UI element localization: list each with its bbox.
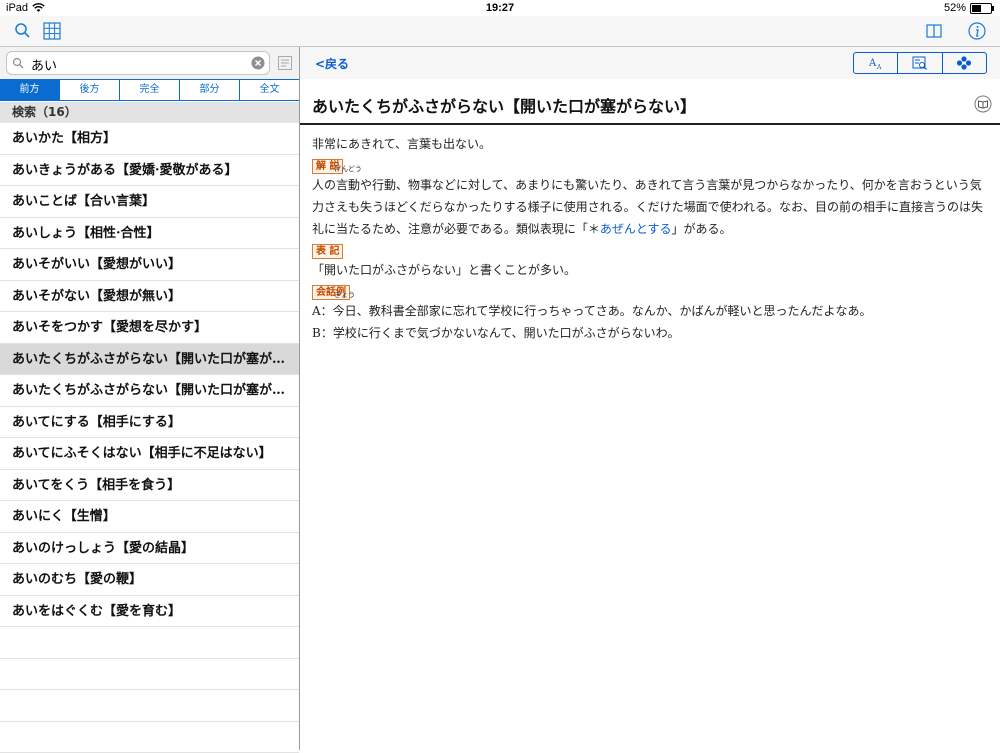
tab-suffix[interactable]: 後方 [60,80,120,100]
cross-reference-link[interactable]: あぜんとする [600,222,672,236]
results-list: あいかた【相方】 あいきょうがある【愛嬌·愛敬がある】 あいことば【合い言葉】 … [0,123,299,753]
svg-text:A: A [868,58,877,69]
entry-pane: <戻る A A [300,47,1000,750]
ruby-reading: きょう [334,291,355,299]
entry-toolbar: <戻る A A [300,47,1000,79]
status-time: 19:27 [0,2,1000,14]
search-icon[interactable] [12,20,34,42]
history-list-icon[interactable] [277,55,293,71]
related-button[interactable] [943,53,986,73]
top-toolbar [0,16,1000,47]
grid-icon[interactable] [41,20,63,42]
ruby-word: 今日きょう [333,300,357,322]
list-item[interactable]: あいてにする【相手にする】 [0,407,299,439]
list-item[interactable]: あいたくちがふさがらない【開いた口が塞が… [0,375,299,407]
book-icon[interactable] [974,95,992,113]
list-item[interactable]: あいのけっしょう【愛の結晶】 [0,533,299,565]
list-item[interactable]: あいたくちがふさがらない【開いた口が塞が… [0,344,299,376]
list-item[interactable]: あいのむち【愛の鞭】 [0,564,299,596]
book-open-icon[interactable] [923,20,945,42]
list-item[interactable]: あいそがいい【愛想がいい】 [0,249,299,281]
list-item[interactable]: あいしょう【相性·合性】 [0,218,299,250]
entry-title-row: あいたくちがふさがらない【開いた口が塞がらない】 [300,79,1000,125]
ruby-base: 今日 [333,304,357,318]
list-item[interactable]: あいかた【相方】 [0,123,299,155]
explanation-end: 」がある。 [672,222,732,236]
search-input[interactable] [29,54,243,74]
results-pane: 前方 後方 完全 部分 全文 検索（16） あいかた【相方】 あいきょうがある【… [0,47,300,750]
empty-row [0,722,299,753]
explanation-pre: 人の [312,178,336,192]
ruby-base: 言動 [336,178,360,192]
tab-partial[interactable]: 部分 [180,80,240,100]
entry-title: あいたくちがふさがらない【開いた口が塞がらない】 [312,93,696,117]
entry-content: 非常にあきれて、言葉も出ない。 解 説 人の言動げんどうや行動、物事などに対して… [312,133,984,344]
conversation-line-b: B：学校に行くまで気づかないなんて、開いた口がふさがらないわ。 [312,322,984,344]
conversation-line-a: A：今日きょう、教科書全部家に忘れて学校に行っちゃってさあ。なんか、かばんが軽い… [312,300,984,322]
results-count-header: 検索（16） [0,102,299,123]
list-item[interactable]: あいてにふそくはない【相手に不足はない】 [0,438,299,470]
svg-text:A: A [876,64,882,70]
font-size-icon: A A [867,56,885,70]
list-item[interactable]: あいてをくう【相手を食う】 [0,470,299,502]
notation-text: 「開いた口がふさがらない」と書くことが多い。 [312,259,984,281]
battery-icon [970,3,992,14]
empty-row [0,690,299,722]
cluster-icon [955,55,973,71]
empty-row [0,627,299,659]
explanation-text: 人の言動げんどうや行動、物事などに対して、あまりにも驚いたり、あきれて言う言葉が… [312,174,984,240]
info-icon[interactable] [966,20,988,42]
tab-fulltext[interactable]: 全文 [240,80,299,100]
entry-tools: A A [853,52,987,74]
clear-icon[interactable] [251,56,265,70]
search-row [0,47,299,79]
definition: 非常にあきれて、言葉も出ない。 [312,133,984,155]
list-item[interactable]: あいきょうがある【愛嬌·愛敬がある】 [0,155,299,187]
ruby-word: 言動げんどう [336,174,360,196]
tab-exact[interactable]: 完全 [120,80,180,100]
conversation-a-body: 、教科書全部家に忘れて学校に行っちゃってさあ。なんか、かばんが軽いと思ったんだよ… [357,304,872,318]
search-field-icon [12,57,24,69]
status-right: 52% [944,2,992,14]
tab-prefix[interactable]: 前方 [0,80,60,100]
find-in-page-icon [911,55,929,71]
back-button[interactable]: <戻る [315,55,349,72]
list-item[interactable]: あいそをつかす【愛想を尽かす】 [0,312,299,344]
font-size-button[interactable]: A A [854,53,898,73]
list-item[interactable]: あいそがない【愛想が無い】 [0,281,299,313]
list-item[interactable]: あいことば【合い言葉】 [0,186,299,218]
notation-label: 表 記 [312,244,343,259]
list-item[interactable]: あいをはぐくむ【愛を育む】 [0,596,299,628]
status-bar: iPad 19:27 52% [0,0,1000,16]
search-mode-tabs: 前方 後方 完全 部分 全文 [0,79,299,101]
battery-fill [972,5,981,12]
find-in-entry-button[interactable] [898,53,942,73]
empty-row [0,659,299,691]
list-item[interactable]: あいにく【生憎】 [0,501,299,533]
ruby-reading: げんどう [334,165,362,173]
speaker-a: A： [312,304,333,318]
search-box[interactable] [6,51,270,75]
battery-percent: 52% [944,2,966,14]
